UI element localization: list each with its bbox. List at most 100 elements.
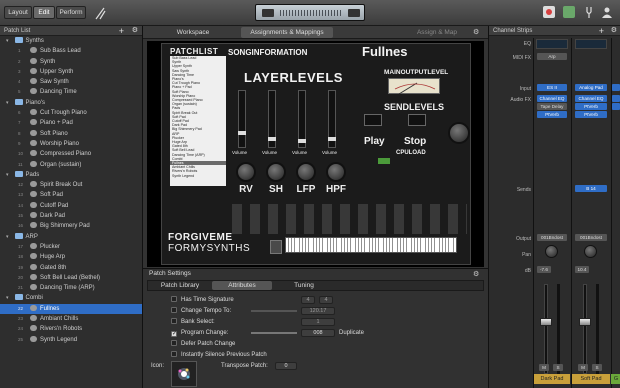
plugin-patch-list[interactable]: Sub Bass Lead Synth Upper Synth Saw Synth Da… [170,56,226,186]
audio-fx-2-1[interactable]: Channel EQ [575,95,607,102]
mute-button-1[interactable]: M [539,364,549,371]
mute-button-2[interactable]: M [578,364,588,371]
patch-item[interactable]: 2 Synth [0,57,142,67]
patch-item[interactable]: 12 Spirit Break Out [0,180,142,190]
eq-thumb-1[interactable] [536,39,568,49]
transpose-field[interactable]: 0 [275,362,297,370]
patch-item[interactable]: 11 Organ (sustain) [0,160,142,170]
patch-item[interactable]: 8 Soft Piano [0,129,142,139]
solo-button-1[interactable]: S [553,364,563,371]
user-icon[interactable] [601,6,613,18]
patch-item[interactable]: 3 Upper Synth [0,67,142,77]
pan-knob-1[interactable] [545,245,558,258]
patch-item[interactable]: 25 Synth Legend [0,335,142,345]
perform-button[interactable]: Perform [56,6,86,19]
patch-item[interactable]: 5 Dancing Time [0,87,142,97]
duplicate-button[interactable]: Duplicate [339,328,364,338]
stop-button[interactable]: Stop [404,136,426,147]
rv-knob[interactable] [236,162,256,182]
patch-item[interactable]: 17 Plucker [0,242,142,252]
patch-item[interactable]: 1 Sub Bass Lead [0,46,142,56]
gear-icon[interactable]: ⚙ [132,26,138,36]
record-button[interactable] [543,6,555,18]
output-slot-1[interactable]: 001Bndost [537,234,567,241]
send-slot-2[interactable]: B 14 [575,185,607,192]
layer-fader-2[interactable] [268,90,276,148]
metronome-button[interactable] [563,6,575,18]
hpf-knob[interactable] [326,162,346,182]
audio-fx-1-1[interactable]: Channel EQ [537,95,567,102]
tuner-icon[interactable] [94,5,108,21]
silence-checkbox[interactable] [171,351,177,357]
patch-item[interactable]: 10 Compressed Piano [0,149,142,159]
audio-fx-2-3[interactable]: PtVerb [575,111,607,118]
patch-group[interactable]: ▾ Combi [0,293,142,303]
patch-icon-well[interactable] [171,361,197,387]
edit-button[interactable]: Edit [33,6,55,19]
patch-item[interactable]: 9 Worship Piano [0,139,142,149]
patch-group[interactable]: ▾ ARP [0,232,142,242]
tuning-fork-icon[interactable] [583,6,595,18]
tab-attributes[interactable]: Attributes [212,281,272,290]
tempo-field[interactable]: 120.17 [301,307,335,315]
send-slider-1[interactable] [364,114,382,126]
patch-item[interactable]: 7 Piano + Pad [0,118,142,128]
bank-select-checkbox[interactable] [171,318,177,324]
patch-item[interactable]: 19 Gated 8th [0,263,142,273]
disclosure-triangle-icon[interactable]: ▾ [6,100,9,106]
fader-cap-1[interactable] [540,318,552,326]
play-button[interactable]: Play [364,136,385,147]
time-sig-numerator[interactable]: 4 [301,296,315,304]
layout-button[interactable]: Layout [4,6,32,19]
program-field[interactable]: 008 [301,329,335,337]
fader-track-1[interactable] [544,284,548,374]
input-slot-3[interactable] [612,84,620,91]
patch-group[interactable]: ▾ Synths [0,36,142,46]
workspace-gear-icon[interactable]: ⚙ [473,28,479,36]
program-change-checkbox[interactable]: ✓ [171,331,177,337]
patch-item[interactable]: 14 Cutoff Pad [0,201,142,211]
send-slider-2[interactable] [408,114,426,126]
patch-item[interactable]: 18 Huge Arp [0,252,142,262]
add-patch-icon[interactable]: + [119,26,124,36]
patch-item[interactable]: 15 Dark Pad [0,211,142,221]
piano-keyboard[interactable] [285,237,457,253]
fader-track-2[interactable] [583,284,587,374]
output-slot-2[interactable]: 001Bndost [575,234,607,241]
audio-fx-3-1[interactable] [612,95,620,102]
audio-fx-3-2[interactable] [612,103,620,110]
strip-name-1[interactable]: Dark Pad [534,374,570,384]
assign-map-button[interactable]: Assign & Map [409,27,465,38]
has-time-signature-checkbox[interactable] [171,296,177,302]
disclosure-triangle-icon[interactable]: ▾ [6,234,9,240]
patch-group[interactable]: ▾ Piano's [0,98,142,108]
defer-checkbox[interactable] [171,340,177,346]
main-output-knob[interactable] [448,122,470,144]
patch-item[interactable]: 16 Big Shimmery Pad [0,221,142,231]
patch-item[interactable]: 6 Cut Trough Piano [0,108,142,118]
patch-group[interactable]: ▾ Pads [0,170,142,180]
lcd-display[interactable] [255,4,365,21]
patch-item[interactable]: 22 Fullnes [0,303,142,315]
layer-fader-4[interactable] [328,90,336,148]
patch-item[interactable]: 21 Dancing Time (ARP) [0,283,142,293]
fader-cap-2[interactable] [579,318,591,326]
layer-fader-1[interactable] [238,90,246,148]
add-strip-icon[interactable]: + [599,26,604,36]
tab-patch-library[interactable]: Patch Library [150,281,210,290]
change-tempo-checkbox[interactable] [171,307,177,313]
patch-item[interactable]: 20 Soft Bell Lead (Bethel) [0,273,142,283]
strips-gear-icon[interactable]: ⚙ [611,26,617,36]
midi-fx-slot-1[interactable]: Arp [537,53,567,60]
disclosure-triangle-icon[interactable]: ▾ [6,172,9,178]
sh-knob[interactable] [266,162,286,182]
tab-assignments[interactable]: Assignments & Mappings [241,27,333,38]
patch-item[interactable]: 24 Rivers'n Robots [0,324,142,334]
program-slider[interactable] [251,332,297,334]
time-sig-denominator[interactable]: 4 [319,296,333,304]
plugin-patch-list-item[interactable]: Synth Legend [170,174,226,178]
lfp-knob[interactable] [296,162,316,182]
audio-fx-2-2[interactable]: PtVerb [575,103,607,110]
settings-gear-icon[interactable]: ⚙ [473,270,479,278]
tab-tuning[interactable]: Tuning [274,281,334,290]
